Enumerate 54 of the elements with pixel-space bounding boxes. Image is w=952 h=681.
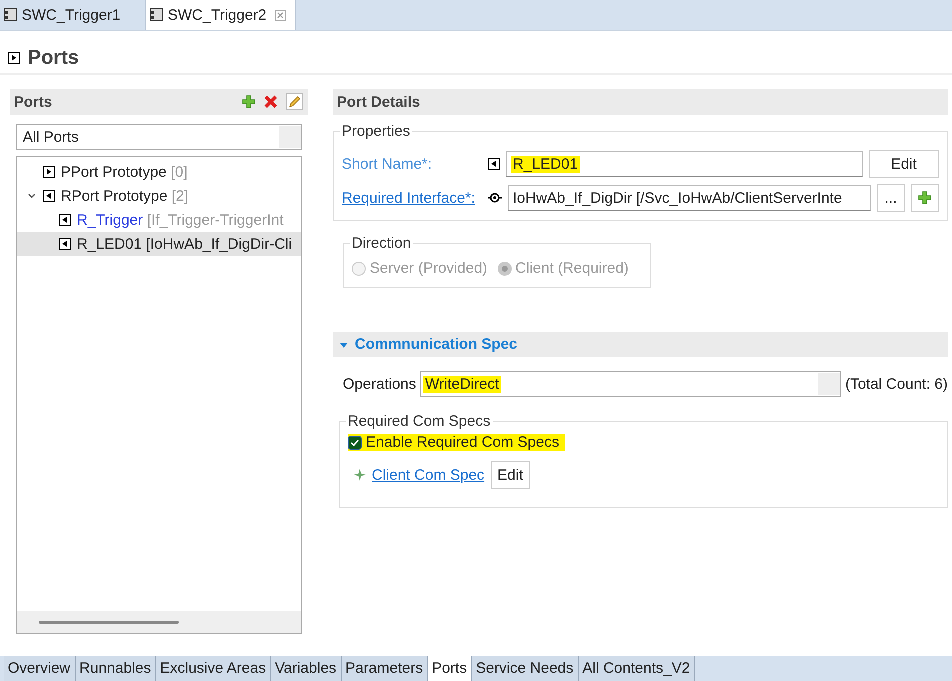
check-icon: [350, 438, 360, 448]
back-square-icon: [59, 238, 71, 250]
editor-tab[interactable]: SWC_Trigger2: [146, 0, 296, 30]
page-tab[interactable]: Runnables: [76, 656, 156, 681]
add-button[interactable]: [911, 184, 939, 212]
page-tab[interactable]: Exclusive Areas: [156, 656, 272, 681]
edit-button[interactable]: Edit: [869, 150, 939, 178]
page-tab[interactable]: Overview: [4, 656, 76, 681]
total-count: (Total Count: 6): [845, 376, 948, 392]
scrollbar-thumb[interactable]: [39, 620, 179, 624]
component-icon: [150, 8, 164, 22]
add-icon[interactable]: [242, 95, 256, 109]
interface-icon: [488, 191, 502, 205]
field-label: Short Name*:: [342, 156, 434, 172]
component-icon: [4, 8, 18, 22]
tree-item[interactable]: R_LED01 [IoHwAb_If_DigDir-Cli: [17, 232, 301, 256]
panel-header: Ports: [10, 89, 308, 115]
operations-dropdown[interactable]: WriteDirect: [420, 371, 842, 397]
group-title: Required Com Specs: [347, 413, 492, 430]
tree-item[interactable]: PPort Prototype [0]: [17, 160, 301, 184]
close-icon[interactable]: [274, 10, 286, 20]
tree-item[interactable]: RPort Prototype [2]: [17, 184, 301, 208]
pencil-icon[interactable]: [286, 93, 304, 111]
back-square-icon: [59, 214, 71, 226]
play-square-icon: [43, 166, 55, 178]
short-name-field[interactable]: R_LED01: [506, 151, 863, 177]
delete-icon[interactable]: [264, 95, 278, 109]
interface-field[interactable]: IoHwAb_If_DigDir [/Svc_IoHwAb/ClientServerInte: [508, 185, 871, 211]
radio-option: Client (Required): [498, 260, 629, 277]
tree-item[interactable]: R_Trigger [If_Trigger-TriggerInt: [17, 208, 301, 232]
group-title: Direction: [351, 235, 412, 252]
page-tab[interactable]: Service Needs: [472, 656, 579, 681]
browse-button[interactable]: ...: [877, 184, 905, 212]
section-title: Ports: [28, 46, 80, 70]
back-square-icon: [43, 190, 55, 202]
enable-checkbox[interactable]: Enable Required Com Specs: [348, 434, 566, 451]
play-square-icon: [8, 52, 20, 64]
page-tab[interactable]: All Contents_V2: [578, 656, 696, 681]
section-header[interactable]: Commnunication Spec: [333, 332, 948, 357]
page-tab[interactable]: Ports: [428, 656, 472, 681]
filter-dropdown[interactable]: All Ports: [16, 124, 302, 150]
page-tab[interactable]: Variables: [271, 656, 342, 681]
client-com-spec-link[interactable]: Client Com Spec: [372, 466, 485, 484]
back-square-icon: [488, 158, 500, 170]
group-title: Properties: [341, 123, 412, 140]
interface-link[interactable]: Required Interface*:: [342, 190, 482, 206]
sparkle-icon: [354, 469, 366, 481]
field-label: Operations: [343, 376, 416, 392]
chevron-icon[interactable]: [27, 191, 37, 201]
panel-header: Port Details: [333, 89, 948, 115]
edit-button[interactable]: Edit: [490, 461, 530, 489]
page-tab[interactable]: Parameters: [342, 656, 428, 681]
plus-icon: [918, 191, 932, 205]
radio-option: Server (Provided): [352, 260, 488, 277]
